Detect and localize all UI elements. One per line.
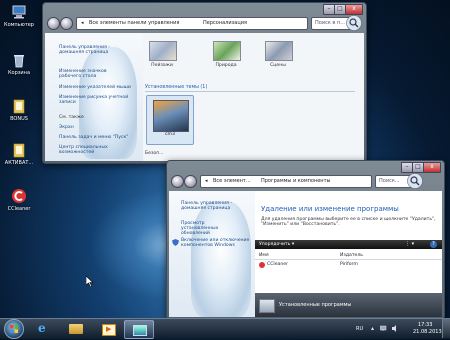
task-pane: Панель управления - домашняя страница Из…: [45, 33, 143, 161]
control-panel-icon: [133, 325, 147, 336]
address-bar[interactable]: ◂ Все элемент... Программы и компоненты: [200, 175, 372, 188]
close-button[interactable]: x: [423, 162, 441, 173]
window-controls: – □ x: [323, 4, 363, 15]
desktop-icon-label: BONUS: [10, 116, 28, 122]
recycle-bin-icon: [14, 55, 24, 68]
language-indicator[interactable]: RU: [356, 326, 363, 332]
window-titlebar[interactable]: ◂ Все элемент... Программы и компоненты …: [167, 161, 444, 191]
program-publisher: Piriform: [340, 262, 358, 267]
start-button[interactable]: [4, 319, 24, 339]
view-installed-updates-link[interactable]: Просмотр установленных обновлений: [181, 221, 243, 236]
see-also-heading: См. также: [59, 115, 84, 120]
change-account-picture-link[interactable]: Изменение рисунка учетной записи: [59, 95, 129, 105]
angel-wallpaper-image: [191, 201, 251, 317]
desktop-icon-label: АКТИВАТ...: [4, 160, 34, 166]
desktop-icon-label: Компьютер: [4, 22, 34, 28]
control-panel-home-link[interactable]: Панель управления - домашняя страница: [59, 45, 129, 55]
folder-icon: [13, 143, 25, 158]
back-button[interactable]: [171, 175, 184, 188]
desktop-icon-recycle-bin[interactable]: Корзина: [2, 52, 36, 76]
ccleaner-icon: [12, 189, 26, 203]
change-mouse-pointers-link[interactable]: Изменение указателей мыши: [59, 85, 131, 90]
breadcrumb-part[interactable]: Все элементы панели управления: [89, 20, 179, 26]
breadcrumb-part[interactable]: Все элемент...: [213, 178, 251, 184]
change-desktop-icons-link[interactable]: Изменение значков рабочего стола: [59, 69, 129, 79]
folder-icon: [69, 324, 83, 334]
program-name: CCleaner: [267, 262, 288, 267]
search-icon[interactable]: [346, 15, 362, 31]
help-icon[interactable]: ?: [430, 241, 437, 248]
theme-label: Пейзажи: [151, 63, 173, 68]
column-publisher[interactable]: Издатель: [340, 253, 363, 258]
details-pane: Установленные программы: [255, 293, 442, 317]
programs-icon: [259, 299, 275, 313]
command-bar: Упорядочить ▾ ⋮ ▾ ?: [255, 240, 442, 249]
theme-preview-image: [153, 100, 189, 132]
column-name[interactable]: Имя: [259, 253, 269, 258]
window-controls: – □ x: [401, 162, 441, 173]
section-label: Безоп...: [145, 151, 164, 156]
section-divider: [145, 91, 355, 92]
show-desktop-button[interactable]: [442, 319, 450, 338]
clock-date[interactable]: 21.08.2013: [413, 329, 442, 335]
windows-logo-icon: [10, 325, 18, 333]
address-bar[interactable]: ◂ Все элементы панели управления Персона…: [76, 17, 308, 30]
taskbar-control-panel[interactable]: [124, 320, 154, 339]
search-icon[interactable]: [407, 173, 423, 189]
tray-arrow-icon[interactable]: ▴: [371, 325, 374, 332]
control-panel-home-link[interactable]: Панель управления - домашняя страница: [181, 201, 241, 211]
theme-cm3-tile[interactable]: cm3: [146, 95, 194, 145]
task-pane: Панель управления - домашняя страница Пр…: [169, 191, 255, 317]
theme-label: Сцены: [270, 63, 286, 68]
media-player-icon: ▶: [102, 324, 116, 336]
clock-time[interactable]: 17:33: [418, 322, 432, 328]
forward-button[interactable]: [60, 17, 73, 30]
theme-thumb-landscapes[interactable]: [149, 41, 177, 61]
display-link[interactable]: Экран: [59, 125, 74, 130]
desktop-icon-bonus[interactable]: BONUS: [2, 98, 36, 122]
volume-icon[interactable]: [392, 325, 400, 332]
taskbar-start-menu-link[interactable]: Панель задач и меню "Пуск": [59, 135, 128, 140]
desktop-icon-computer[interactable]: Компьютер: [2, 4, 36, 28]
taskbar-explorer[interactable]: [62, 320, 90, 337]
themes-content: Пейзажи Природа Сцены Установленные темы…: [143, 33, 364, 161]
view-options-icon[interactable]: ⋮ ▾: [405, 241, 414, 247]
close-button[interactable]: x: [345, 4, 363, 15]
theme-label: cm3: [165, 132, 175, 137]
page-description: Для удаления программы выберите ее в спи…: [261, 217, 436, 227]
theme-thumb-scenes[interactable]: [265, 41, 293, 61]
back-button[interactable]: [47, 17, 60, 30]
mouse-cursor-icon: [86, 276, 94, 287]
ease-of-access-link[interactable]: Центр специальных возможностей: [59, 145, 121, 155]
installed-themes-header: Установленные темы (1): [145, 85, 208, 90]
taskbar-media-player[interactable]: ▶: [94, 320, 122, 337]
breadcrumb-part[interactable]: Программы и компоненты: [261, 178, 330, 184]
details-label: Установленные программы: [279, 302, 352, 308]
forward-button[interactable]: [184, 175, 197, 188]
folder-icon: [13, 99, 25, 114]
personalization-window[interactable]: ◂ Все элементы панели управления Персона…: [42, 2, 367, 164]
windows-features-link[interactable]: Включение или отключение компонентов Win…: [181, 238, 253, 248]
network-icon[interactable]: [380, 325, 388, 332]
organize-button[interactable]: Упорядочить ▾: [259, 242, 294, 247]
breadcrumb-part[interactable]: Персонализация: [203, 20, 247, 26]
shield-icon: [172, 239, 179, 246]
ccleaner-icon: [259, 262, 265, 268]
desktop-icon-activator[interactable]: АКТИВАТ...: [2, 142, 36, 166]
page-title: Удаление или изменение программы: [261, 205, 399, 213]
programs-window[interactable]: ◂ Все элемент... Программы и компоненты …: [166, 160, 445, 320]
taskbar-internet-explorer[interactable]: e: [30, 320, 58, 337]
desktop-icon-label: CCleaner: [7, 206, 31, 212]
internet-explorer-icon: e: [38, 321, 46, 335]
column-headers: Имя Издатель: [255, 251, 442, 260]
table-row[interactable]: CCleaner Piriform: [255, 261, 442, 269]
desktop-icon-ccleaner[interactable]: CCleaner: [2, 188, 36, 212]
programs-content: Удаление или изменение программы Для уда…: [255, 191, 442, 317]
theme-label: Природа: [215, 63, 237, 68]
desktop-icon-label: Корзина: [7, 70, 31, 76]
taskbar: e ▶ RU ▴ 17:33 21.08.2013: [0, 318, 450, 339]
theme-thumb-nature[interactable]: [213, 41, 241, 61]
computer-icon: [12, 5, 26, 19]
window-titlebar[interactable]: ◂ Все элементы панели управления Персона…: [43, 3, 366, 33]
